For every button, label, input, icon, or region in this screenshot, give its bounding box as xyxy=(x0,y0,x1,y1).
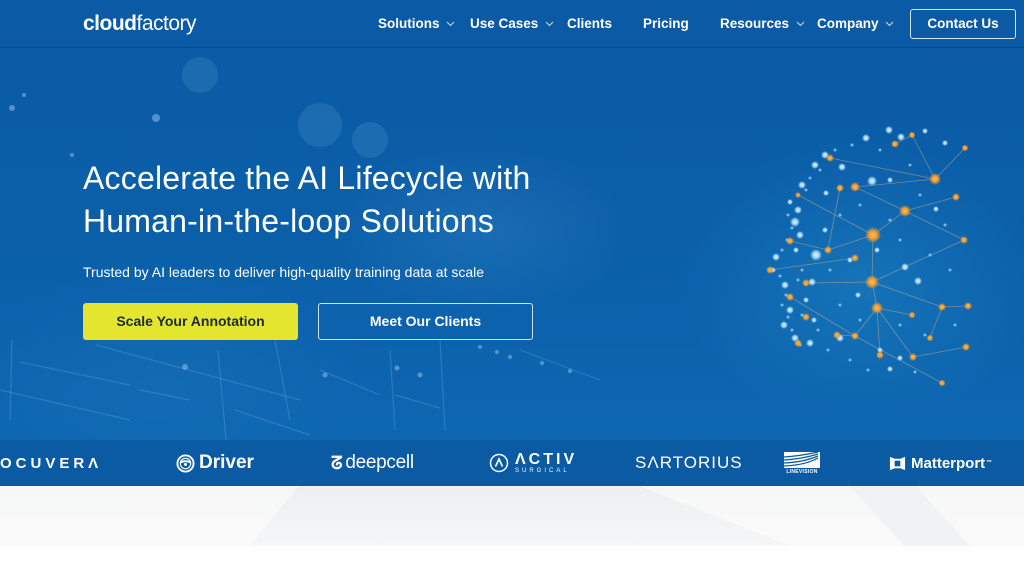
hero-subheadline: Trusted by AI leaders to deliver high-qu… xyxy=(83,264,485,280)
logo-light-text: factory xyxy=(136,12,197,35)
meet-clients-button[interactable]: Meet Our Clients xyxy=(318,303,533,340)
client-logo-ocuvera: OCUVERΛ xyxy=(0,440,102,486)
driver-text: Driver xyxy=(199,452,254,473)
chevron-down-icon xyxy=(796,22,805,27)
client-logo-matterport: Matterport ™ xyxy=(889,440,992,486)
logo-bold-text: cloud xyxy=(83,12,137,35)
steering-wheel-icon xyxy=(176,453,195,473)
client-logo-activ-surgical: ΛCTIV SURGICAL xyxy=(489,440,577,486)
activ-circle-icon xyxy=(489,453,509,473)
nav-pricing[interactable]: Pricing xyxy=(643,15,689,33)
hero-headline: Accelerate the AI Lifecycle with Human-i… xyxy=(83,157,683,243)
client-logo-deepcell: ᘔ deepcell xyxy=(331,440,414,486)
nav-company-label: Company xyxy=(817,16,879,31)
activ-text: ΛCTIV xyxy=(515,450,578,468)
next-section-preview xyxy=(0,486,1024,576)
nav-clients-label: Clients xyxy=(567,16,613,31)
nav-company[interactable]: Company xyxy=(817,15,894,33)
matterport-trademark: ™ xyxy=(986,460,993,466)
ai-face-network-icon xyxy=(766,126,972,387)
deepcell-text: deepcell xyxy=(345,452,414,473)
contact-us-button[interactable]: Contact Us xyxy=(910,9,1016,39)
linevision-text: LINEVISION xyxy=(786,468,818,475)
nav-solutions-label: Solutions xyxy=(378,16,440,31)
top-navbar: cloudfactory Solutions Use Cases Clients… xyxy=(0,0,1024,48)
linevision-wave-icon xyxy=(784,451,820,468)
client-logo-strip: OCUVERΛ Driver ᘔ deepcell ΛCTIV SURGICAL… xyxy=(0,440,1024,486)
deepcell-mark-icon: ᘔ xyxy=(331,452,343,473)
chevron-down-icon xyxy=(545,22,554,27)
nav-clients[interactable]: Clients xyxy=(567,15,612,33)
hero-headline-line1: Accelerate the AI Lifecycle with xyxy=(83,160,531,196)
cloudfactory-logo[interactable]: cloudfactory xyxy=(83,11,197,37)
ocuvera-text: OCUVERΛ xyxy=(0,454,103,472)
sartorius-text: SΛRTORIUS xyxy=(635,453,743,472)
nav-use-cases[interactable]: Use Cases xyxy=(470,15,554,33)
scale-annotation-button[interactable]: Scale Your Annotation xyxy=(83,303,298,340)
chevron-down-icon xyxy=(446,22,455,27)
nav-resources[interactable]: Resources xyxy=(720,15,805,33)
nav-resources-label: Resources xyxy=(720,16,790,31)
hero-headline-line2: Human-in-the-loop Solutions xyxy=(83,203,494,239)
client-logo-driver: Driver xyxy=(176,440,254,486)
nav-solutions[interactable]: Solutions xyxy=(378,15,455,33)
client-logo-sartorius: SΛRTORIUS xyxy=(635,440,743,486)
nav-use-cases-label: Use Cases xyxy=(470,16,539,31)
chevron-down-icon xyxy=(885,22,894,27)
hero-section: Accelerate the AI Lifecycle with Human-i… xyxy=(0,0,1024,440)
nav-pricing-label: Pricing xyxy=(643,16,689,31)
client-logo-linevision: LINEVISION xyxy=(784,440,820,486)
matterport-icon xyxy=(889,456,906,470)
activ-subtext: SURGICAL xyxy=(515,467,570,474)
matterport-text: Matterport xyxy=(911,454,986,472)
